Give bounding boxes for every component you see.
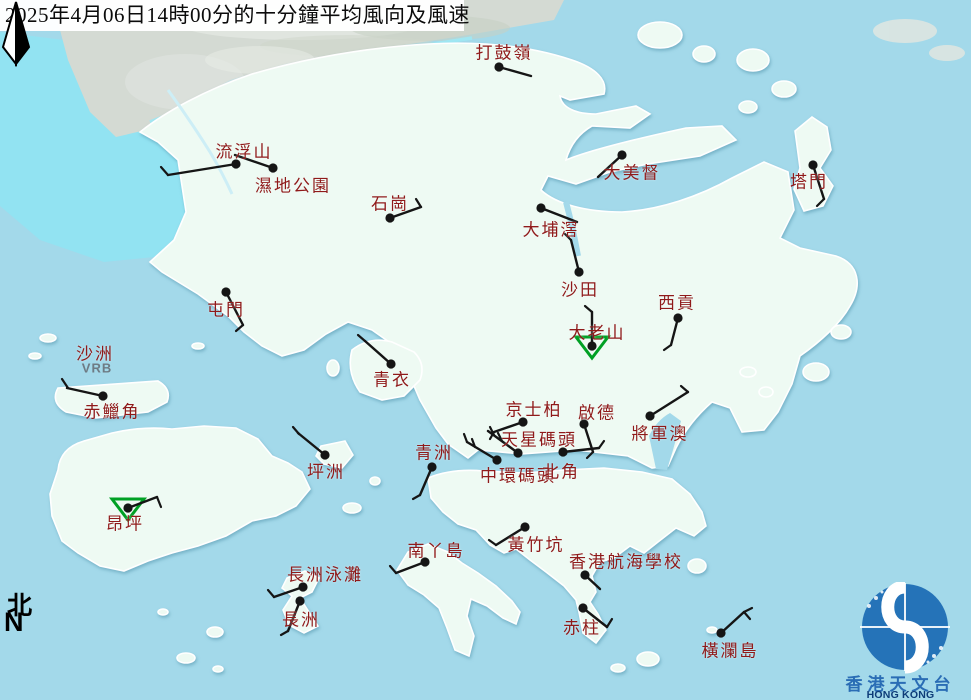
wind-barb-tick xyxy=(268,590,274,597)
hko-logo-icon xyxy=(830,582,971,674)
wind-shaft xyxy=(496,527,525,545)
wind-barb-layer xyxy=(0,0,971,700)
station-dot xyxy=(492,455,501,464)
station-dot xyxy=(578,603,587,612)
wind-barb-tick xyxy=(161,167,168,175)
wind-barb-tick xyxy=(464,434,467,442)
wind-barb-tick xyxy=(585,306,592,312)
station-dot xyxy=(673,313,682,322)
wind-shaft xyxy=(813,165,824,199)
station-dot xyxy=(579,419,588,428)
hko-logo-en: HONG KONG OBSERVATORY xyxy=(830,689,971,700)
wind-shaft xyxy=(226,292,243,325)
station-dot xyxy=(518,417,527,426)
wind-shaft xyxy=(721,612,744,633)
wind-barb-tick xyxy=(607,619,612,627)
station-dot xyxy=(574,267,583,276)
station-dot xyxy=(123,503,132,512)
wind-shaft xyxy=(650,392,688,416)
wind-barb-tick xyxy=(358,335,365,341)
wind-shaft xyxy=(494,422,523,432)
wind-shaft xyxy=(67,388,103,396)
wind-barb-tick xyxy=(489,540,496,545)
station-dot xyxy=(645,411,654,420)
station-dot xyxy=(558,447,567,456)
station-dot xyxy=(386,359,395,368)
station-dot xyxy=(587,341,596,350)
station-dot xyxy=(420,557,429,566)
wind-map-image: 打鼓嶺流浮山濕地公園石崗大美督塔門大埔滘沙田西貢大老山屯門沙洲VRB赤鱲角青衣京… xyxy=(0,0,971,700)
wind-shaft xyxy=(396,562,425,573)
wind-barb-tick xyxy=(744,612,750,619)
wind-shaft xyxy=(288,601,300,631)
wind-shaft xyxy=(168,164,236,175)
wind-shaft xyxy=(298,433,325,455)
station-dot xyxy=(298,582,307,591)
wind-barb-tick xyxy=(817,199,824,206)
wind-barb-tick xyxy=(62,379,68,388)
station-dot xyxy=(494,62,503,71)
wind-shaft xyxy=(467,442,497,460)
station-dot xyxy=(295,596,304,605)
station-dot xyxy=(580,570,589,579)
station-dot xyxy=(385,213,394,222)
wind-barb-tick xyxy=(664,345,671,350)
station-dot xyxy=(617,150,626,159)
wind-barb-tick xyxy=(413,495,420,499)
station-dot xyxy=(427,462,436,471)
wind-shaft xyxy=(235,155,273,168)
compass-north-letter: N xyxy=(4,609,24,635)
station-dot xyxy=(98,391,107,400)
wind-shaft xyxy=(274,587,303,597)
wind-shaft xyxy=(499,67,531,76)
station-dot xyxy=(808,160,817,169)
wind-barb-tick xyxy=(681,386,688,392)
north-arrow-icon xyxy=(0,0,34,68)
wind-barb-tick xyxy=(390,566,396,573)
wind-barb-tick xyxy=(744,608,752,612)
wind-shaft xyxy=(365,341,391,364)
station-dot xyxy=(520,522,529,531)
wind-shaft xyxy=(598,155,622,177)
station-dot xyxy=(320,450,329,459)
station-dot xyxy=(268,163,277,172)
wind-barb-tick xyxy=(293,427,299,434)
station-dot xyxy=(716,628,725,637)
wind-barb-tick xyxy=(157,497,161,507)
wind-shaft xyxy=(390,207,421,218)
wind-shaft xyxy=(541,208,577,222)
wind-barb-tick xyxy=(416,199,421,207)
wind-barb-tick xyxy=(236,325,243,331)
wind-barb-tick xyxy=(565,234,571,240)
station-dot xyxy=(221,287,230,296)
hko-logo: 香港天文台 HONG KONG OBSERVATORY xyxy=(830,582,971,700)
wind-barb-tick xyxy=(599,441,604,448)
wind-shaft xyxy=(571,240,579,272)
wind-barb-tick xyxy=(281,631,288,635)
map-title: 2025年4月06日14時00分的十分鐘平均風向及風速 xyxy=(0,0,464,31)
station-dot xyxy=(231,159,240,168)
station-dot xyxy=(536,203,545,212)
wind-barb-tick xyxy=(587,452,593,458)
station-dot xyxy=(513,448,522,457)
